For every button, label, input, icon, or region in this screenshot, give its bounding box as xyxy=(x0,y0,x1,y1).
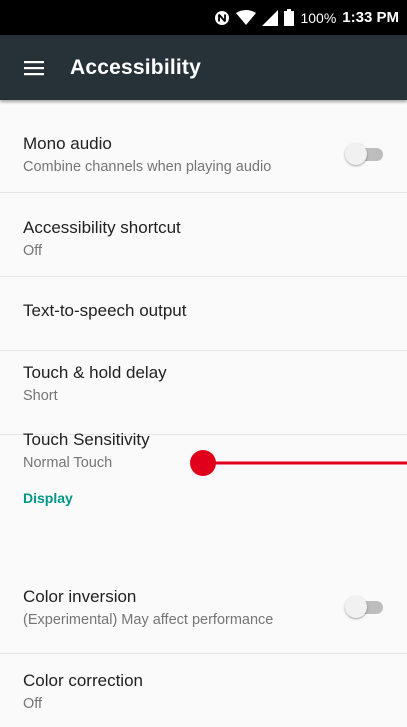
color-inversion-toggle[interactable] xyxy=(345,596,383,618)
clock: 1:33 PM xyxy=(342,9,399,26)
mono-audio-setting[interactable]: Mono audio Combine channels when playing… xyxy=(0,100,407,193)
setting-title: Accessibility shortcut xyxy=(23,218,181,237)
app-bar: Accessibility xyxy=(0,35,407,100)
cellular-signal-icon xyxy=(262,9,279,26)
setting-title: Mono audio xyxy=(23,134,112,153)
setting-title: Color correction xyxy=(23,671,143,690)
text-to-speech-setting[interactable]: Text-to-speech output xyxy=(0,277,407,351)
setting-summary: Off xyxy=(23,243,43,259)
battery-icon xyxy=(284,9,295,26)
toggle-thumb xyxy=(345,596,367,618)
toggle-thumb xyxy=(345,143,367,165)
settings-list[interactable]: Mono audio Combine channels when playing… xyxy=(0,100,407,727)
color-inversion-setting[interactable]: Color inversion (Experimental) May affec… xyxy=(0,562,407,654)
page-title: Accessibility xyxy=(70,55,201,79)
menu-button[interactable] xyxy=(0,35,64,100)
setting-title: Touch Sensitivity xyxy=(23,430,150,449)
status-bar: 100% 1:33 PM xyxy=(0,0,407,35)
display-category-header: Display xyxy=(23,490,73,506)
mono-audio-toggle[interactable] xyxy=(345,143,383,165)
setting-title: Color inversion xyxy=(23,587,137,606)
setting-summary: Off xyxy=(23,696,43,712)
setting-summary: (Experimental) May affect performance xyxy=(23,612,274,628)
setting-summary: Normal Touch xyxy=(23,455,113,471)
wifi-icon xyxy=(236,9,257,26)
setting-title: Touch & hold delay xyxy=(23,363,167,382)
nfc-icon xyxy=(214,10,230,26)
hamburger-menu-icon xyxy=(24,60,44,75)
accessibility-shortcut-setting[interactable]: Accessibility shortcut Off xyxy=(0,193,407,277)
color-correction-setting[interactable]: Color correction Off xyxy=(0,654,407,727)
setting-summary: Short xyxy=(23,388,58,404)
battery-percent: 100% xyxy=(300,9,337,26)
setting-summary: Combine channels when playing audio xyxy=(23,159,272,175)
setting-title: Text-to-speech output xyxy=(23,301,187,320)
